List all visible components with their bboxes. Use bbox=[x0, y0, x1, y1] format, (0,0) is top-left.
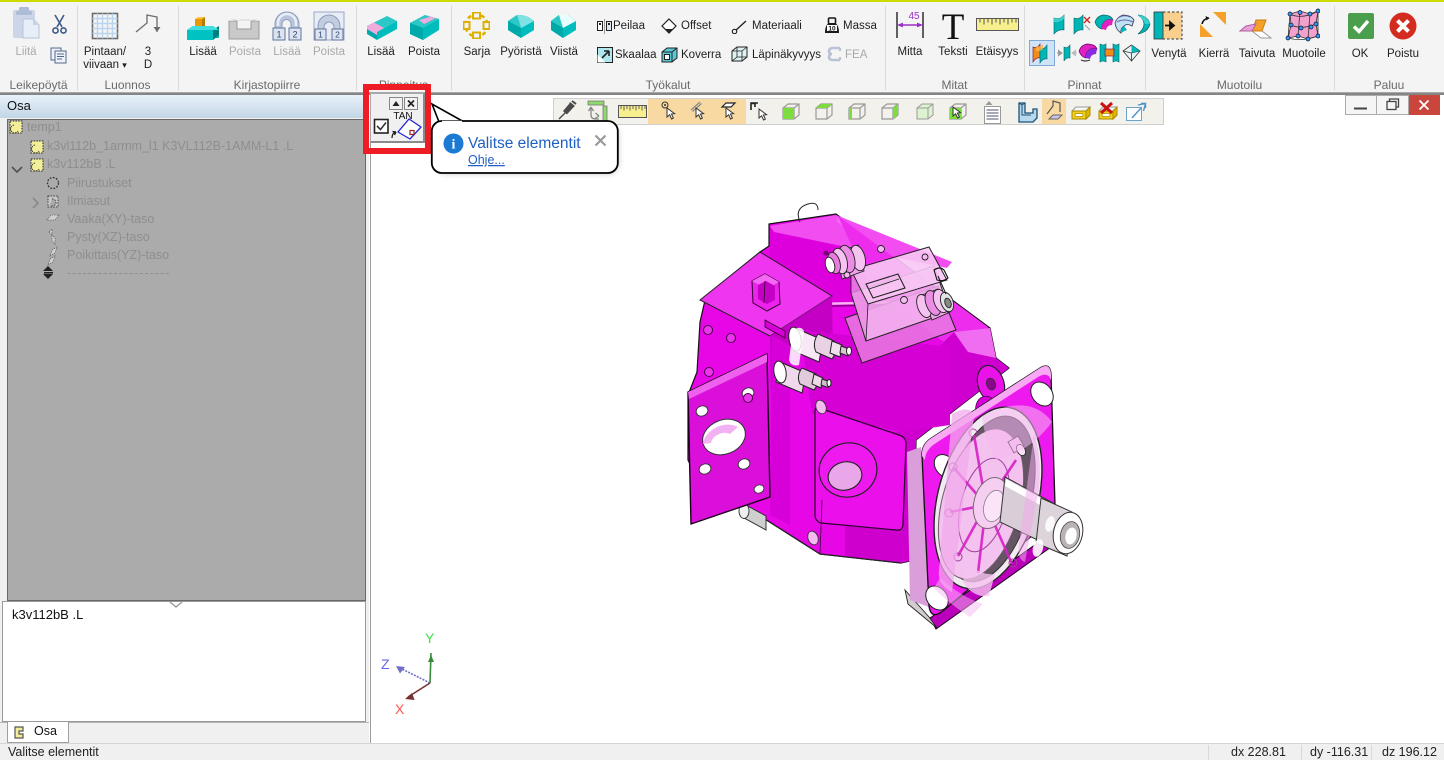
svg-text:10: 10 bbox=[828, 25, 836, 32]
svg-text:temp1: temp1 bbox=[27, 120, 62, 134]
svg-text:Z: Z bbox=[381, 656, 390, 672]
svg-text:Piirustukset: Piirustukset bbox=[67, 176, 132, 190]
svg-text:Vaaka(XY)-taso: Vaaka(XY)-taso bbox=[67, 212, 154, 226]
svg-text:45: 45 bbox=[908, 11, 920, 22]
svg-text:i: i bbox=[452, 138, 456, 153]
svg-text:--------------------: -------------------- bbox=[67, 266, 170, 280]
svg-text:k3v112bB .L: k3v112bB .L bbox=[47, 157, 116, 171]
svg-text:Ohje...: Ohje... bbox=[468, 153, 505, 167]
svg-text:Poikittais(YZ)-taso: Poikittais(YZ)-taso bbox=[67, 248, 169, 262]
svg-text:X: X bbox=[395, 701, 405, 717]
svg-text:Pysty(XZ)-taso: Pysty(XZ)-taso bbox=[67, 230, 150, 244]
svg-text:Y: Y bbox=[425, 630, 435, 646]
svg-text:Valitse elementit: Valitse elementit bbox=[468, 135, 581, 152]
svg-text:Ilmiasut: Ilmiasut bbox=[67, 194, 111, 208]
svg-text:k3vl112b_1armm_l1 K3VL112B-1AM: k3vl112b_1armm_l1 K3VL112B-1AMM-L1 .L bbox=[47, 139, 293, 153]
